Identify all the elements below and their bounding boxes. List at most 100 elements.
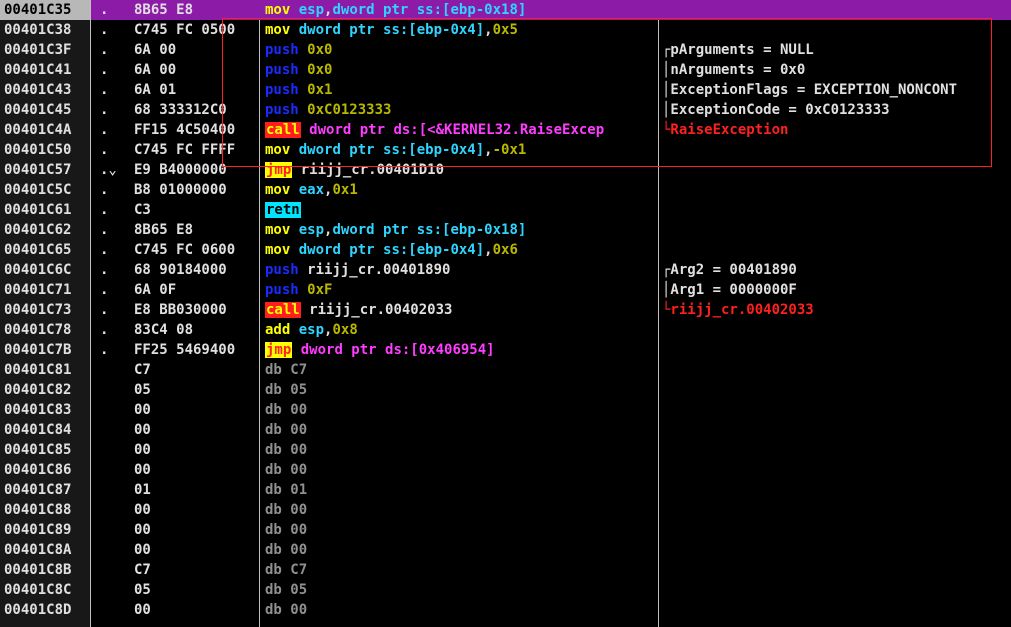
- disassembly-cell[interactable]: mov dword ptr ss:[ebp-0x4],-0x1: [265, 140, 659, 160]
- comment-cell[interactable]: [662, 440, 1011, 460]
- address-cell[interactable]: 00401C38: [0, 20, 90, 40]
- hex-dump-cell[interactable]: 00: [134, 520, 258, 540]
- comment-cell[interactable]: [662, 20, 1011, 40]
- disassembly-cell[interactable]: mov dword ptr ss:[ebp-0x4],0x6: [265, 240, 659, 260]
- hex-dump-cell[interactable]: 05: [134, 580, 258, 600]
- disassembly-cell[interactable]: mov esp,dword ptr ss:[ebp-0x18]: [265, 220, 659, 240]
- disasm-row[interactable]: 00401C84 00 db 00: [0, 420, 1011, 440]
- comment-cell[interactable]: ┌pArguments = NULL: [662, 40, 1011, 60]
- hex-dump-cell[interactable]: 05: [134, 380, 258, 400]
- hex-dump-cell[interactable]: 00: [134, 440, 258, 460]
- comment-cell[interactable]: [662, 520, 1011, 540]
- hex-dump-cell[interactable]: B8 01000000: [134, 180, 258, 200]
- hex-dump-cell[interactable]: C745 FC FFFF: [134, 140, 258, 160]
- address-cell[interactable]: 00401C45: [0, 100, 90, 120]
- comment-cell[interactable]: │ExceptionFlags = EXCEPTION_NONCONT: [662, 80, 1011, 100]
- address-cell[interactable]: 00401C7B: [0, 340, 90, 360]
- comment-cell[interactable]: [662, 360, 1011, 380]
- address-cell[interactable]: 00401C8D: [0, 600, 90, 620]
- comment-cell[interactable]: [662, 140, 1011, 160]
- hex-dump-cell[interactable]: 68 333312C0: [134, 100, 258, 120]
- comment-cell[interactable]: ┌Arg2 = 00401890: [662, 260, 1011, 280]
- hex-dump-cell[interactable]: C7: [134, 360, 258, 380]
- disasm-row[interactable]: 00401C50. C745 FC FFFF mov dword ptr ss:[e…: [0, 140, 1011, 160]
- comment-cell[interactable]: [662, 500, 1011, 520]
- hex-dump-cell[interactable]: C745 FC 0500: [134, 20, 258, 40]
- address-cell[interactable]: 00401C73: [0, 300, 90, 320]
- disassembly-cell[interactable]: db 00: [265, 400, 659, 420]
- comment-cell[interactable]: [662, 400, 1011, 420]
- disassembly-cell[interactable]: db 05: [265, 380, 659, 400]
- disasm-row[interactable]: 00401C6C. 68 90184000 push riijj_cr.004018…: [0, 260, 1011, 280]
- address-cell[interactable]: 00401C8C: [0, 580, 90, 600]
- disasm-row[interactable]: 00401C8B C7 db C7: [0, 560, 1011, 580]
- address-cell[interactable]: 00401C35: [0, 0, 90, 20]
- hex-dump-cell[interactable]: C745 FC 0600: [134, 240, 258, 260]
- comment-cell[interactable]: [662, 0, 1011, 20]
- disassembly-view[interactable]: 00401C35. 8B65 E8 mov esp,dword ptr ss:[eb…: [0, 0, 1011, 627]
- hex-dump-cell[interactable]: 8B65 E8: [134, 0, 258, 20]
- address-cell[interactable]: 00401C86: [0, 460, 90, 480]
- disasm-row[interactable]: 00401C35. 8B65 E8 mov esp,dword ptr ss:[eb…: [0, 0, 1011, 20]
- hex-dump-cell[interactable]: 00: [134, 540, 258, 560]
- comment-cell[interactable]: │nArguments = 0x0: [662, 60, 1011, 80]
- hex-dump-cell[interactable]: 8B65 E8: [134, 220, 258, 240]
- hex-dump-cell[interactable]: E9 B4000000: [134, 160, 258, 180]
- disasm-row[interactable]: 00401C8A 00 db 00: [0, 540, 1011, 560]
- address-cell[interactable]: 00401C57: [0, 160, 90, 180]
- address-cell[interactable]: 00401C88: [0, 500, 90, 520]
- disasm-row[interactable]: 00401C82 05 db 05: [0, 380, 1011, 400]
- hex-dump-cell[interactable]: E8 BB030000: [134, 300, 258, 320]
- disassembly-cell[interactable]: db 00: [265, 460, 659, 480]
- disassembly-cell[interactable]: db 00: [265, 500, 659, 520]
- address-cell[interactable]: 00401C8B: [0, 560, 90, 580]
- disassembly-cell[interactable]: retn: [265, 200, 659, 220]
- address-cell[interactable]: 00401C81: [0, 360, 90, 380]
- hex-dump-cell[interactable]: 6A 0F: [134, 280, 258, 300]
- disasm-row[interactable]: 00401C85 00 db 00: [0, 440, 1011, 460]
- disassembly-cell[interactable]: mov esp,dword ptr ss:[ebp-0x18]: [265, 0, 659, 20]
- hex-dump-cell[interactable]: C3: [134, 200, 258, 220]
- disasm-row[interactable]: 00401C61. C3 retn: [0, 200, 1011, 220]
- address-cell[interactable]: 00401C82: [0, 380, 90, 400]
- address-cell[interactable]: 00401C83: [0, 400, 90, 420]
- hex-dump-cell[interactable]: 6A 00: [134, 60, 258, 80]
- comment-cell[interactable]: [662, 200, 1011, 220]
- address-cell[interactable]: 00401C87: [0, 480, 90, 500]
- comment-cell[interactable]: └riijj_cr.00402033: [662, 300, 1011, 320]
- hex-dump-cell[interactable]: 83C4 08: [134, 320, 258, 340]
- hex-dump-cell[interactable]: 00: [134, 420, 258, 440]
- disasm-row[interactable]: 00401C38. C745 FC 0500 mov dword ptr ss:[e…: [0, 20, 1011, 40]
- hex-dump-cell[interactable]: 00: [134, 600, 258, 620]
- disasm-row[interactable]: 00401C3F. 6A 00 push 0x0 ┌pArguments = NULL: [0, 40, 1011, 60]
- hex-dump-cell[interactable]: 00: [134, 460, 258, 480]
- comment-cell[interactable]: [662, 340, 1011, 360]
- disassembly-cell[interactable]: db 00: [265, 600, 659, 620]
- disassembly-cell[interactable]: db 00: [265, 440, 659, 460]
- comment-cell[interactable]: │ExceptionCode = 0xC0123333: [662, 100, 1011, 120]
- comment-cell[interactable]: [662, 580, 1011, 600]
- disasm-row[interactable]: 00401C43. 6A 01 push 0x1 │ExceptionFlags = …: [0, 80, 1011, 100]
- disasm-row[interactable]: 00401C73. E8 BB030000 call riijj_cr.004020…: [0, 300, 1011, 320]
- hex-dump-cell[interactable]: 01: [134, 480, 258, 500]
- address-cell[interactable]: 00401C71: [0, 280, 90, 300]
- disasm-row[interactable]: 00401C4A. FF15 4C50400 call dword ptr ds:[…: [0, 120, 1011, 140]
- disassembly-cell[interactable]: db 00: [265, 420, 659, 440]
- disasm-row[interactable]: 00401C87 01 db 01: [0, 480, 1011, 500]
- hex-dump-cell[interactable]: 00: [134, 400, 258, 420]
- address-cell[interactable]: 00401C61: [0, 200, 90, 220]
- address-cell[interactable]: 00401C50: [0, 140, 90, 160]
- disassembly-cell[interactable]: push 0x1: [265, 80, 659, 100]
- disassembly-cell[interactable]: db C7: [265, 560, 659, 580]
- comment-cell[interactable]: └RaiseException: [662, 120, 1011, 140]
- disasm-row[interactable]: 00401C88 00 db 00: [0, 500, 1011, 520]
- address-cell[interactable]: 00401C78: [0, 320, 90, 340]
- disasm-row[interactable]: 00401C45. 68 333312C0 push 0xC0123333 │Exce…: [0, 100, 1011, 120]
- address-cell[interactable]: 00401C62: [0, 220, 90, 240]
- disasm-row[interactable]: 00401C83 00 db 00: [0, 400, 1011, 420]
- address-cell[interactable]: 00401C43: [0, 80, 90, 100]
- disassembly-cell[interactable]: mov dword ptr ss:[ebp-0x4],0x5: [265, 20, 659, 40]
- disasm-row[interactable]: 00401C5C. B8 01000000 mov eax,0x1: [0, 180, 1011, 200]
- disassembly-cell[interactable]: db 00: [265, 520, 659, 540]
- comment-cell[interactable]: [662, 240, 1011, 260]
